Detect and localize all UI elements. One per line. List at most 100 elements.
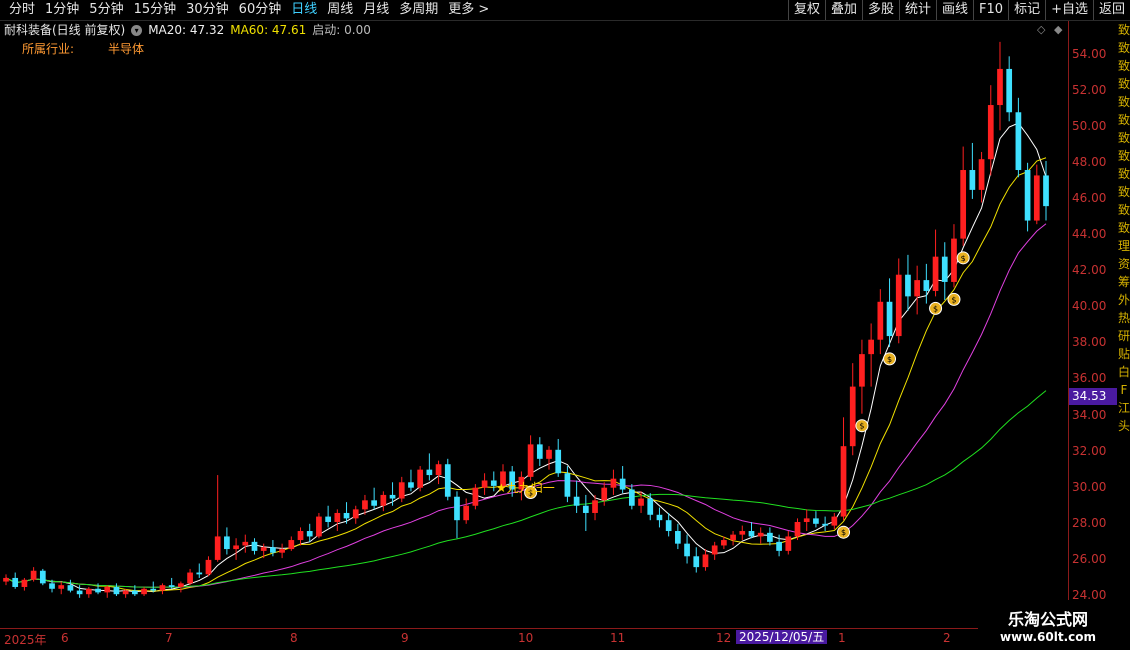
up-candle (159, 585, 166, 591)
money-bag-glyph: $ (961, 254, 966, 263)
date-tick-label: 1 (838, 631, 846, 645)
down-candle (389, 494, 396, 499)
price-tick-label: 30.00 (1072, 479, 1107, 494)
up-candle (592, 500, 598, 513)
up-candle (481, 480, 488, 488)
price-tick-label: 50.00 (1072, 118, 1107, 133)
up-candle (840, 446, 847, 517)
price-tick-label: 42.00 (1072, 263, 1107, 278)
up-candle (803, 518, 810, 522)
down-candle (76, 590, 83, 595)
back-button[interactable]: 返回 (1092, 0, 1130, 20)
up-candle (868, 339, 874, 355)
up-candle (122, 590, 129, 595)
down-candle (813, 518, 819, 524)
ma10-line (5, 157, 1047, 592)
side-panel-char: 江 (1118, 401, 1130, 415)
right-side-panel[interactable]: 致致致致致致致致致致致致理资筹外热研贴白F江头 (1118, 21, 1130, 627)
date-tick-label: 11 (610, 631, 626, 645)
date-tick-label: 12 (716, 631, 732, 645)
candlestick-chart[interactable]: $$$$$$$ (0, 0, 1068, 628)
down-candle (564, 473, 571, 497)
up-candle (895, 274, 902, 337)
date-axis: 2025年 6 7 8 9 10 11 12 1 2 (0, 628, 1068, 647)
up-candle (85, 588, 92, 595)
money-bag-glyph: $ (841, 528, 846, 537)
down-candle (49, 583, 55, 589)
up-candle (951, 238, 957, 282)
up-candle (233, 545, 239, 550)
up-candle (960, 170, 967, 239)
up-candle (711, 545, 718, 555)
side-panel-char: 致 (1118, 41, 1130, 55)
money-bag-glyph: $ (951, 295, 956, 304)
up-candle (141, 588, 147, 595)
side-panel-char: 资 (1118, 257, 1130, 271)
side-panel-char: 致 (1118, 149, 1130, 163)
up-candle (334, 512, 341, 522)
down-candle (767, 532, 773, 542)
up-candle (352, 509, 359, 519)
date-tick-label: 8 (290, 631, 298, 645)
down-candle (693, 556, 700, 568)
up-candle (205, 559, 212, 575)
up-candle (610, 478, 617, 488)
down-candle (969, 170, 976, 190)
money-bag-glyph: $ (933, 304, 938, 313)
down-candle (647, 498, 654, 515)
side-panel-char: 热 (1118, 311, 1130, 325)
down-candle (684, 543, 690, 557)
up-candle (30, 570, 37, 580)
side-panel-char: 致 (1118, 185, 1130, 199)
signal-annotation: ★九九归一 (496, 481, 555, 495)
up-candle (997, 68, 1003, 106)
up-candle (104, 586, 111, 593)
down-candle (251, 541, 258, 551)
side-panel-char: 白 (1118, 365, 1130, 379)
up-candle (316, 516, 322, 537)
down-candle (822, 523, 828, 526)
up-candle (546, 449, 552, 459)
price-tick-label: 40.00 (1072, 299, 1107, 314)
money-bag-glyph: $ (859, 422, 864, 431)
price-tick-label: 34.00 (1072, 407, 1107, 422)
price-tick-label: 32.00 (1072, 443, 1107, 458)
down-candle (1015, 112, 1022, 171)
up-candle (260, 547, 267, 551)
ma20-line (5, 223, 1047, 588)
side-panel-char: 致 (1118, 113, 1130, 127)
down-candle (168, 585, 175, 587)
up-candle (527, 444, 534, 477)
down-candle (1043, 175, 1049, 207)
up-candle (785, 536, 792, 551)
up-candle (638, 498, 644, 506)
side-panel-char: 致 (1118, 59, 1130, 73)
down-candle (224, 536, 230, 550)
up-candle (58, 585, 65, 589)
up-candle (279, 549, 285, 553)
up-candle (463, 505, 470, 521)
up-candle (601, 487, 608, 501)
down-candle (886, 301, 893, 337)
up-candle (739, 531, 746, 535)
price-tick-label: 54.00 (1072, 46, 1107, 61)
up-candle (757, 532, 764, 537)
down-candle (131, 590, 138, 595)
down-candle (95, 588, 101, 593)
down-candle (941, 256, 948, 282)
down-candle (454, 496, 460, 521)
side-panel-char: 外 (1118, 293, 1130, 307)
down-candle (1006, 68, 1013, 113)
down-candle (444, 464, 451, 497)
up-candle (730, 534, 736, 541)
down-candle (426, 469, 433, 476)
price-tick-label: 46.00 (1072, 190, 1107, 205)
down-candle (923, 280, 930, 291)
crosshair-date-badge: 2025/12/05/五 (736, 630, 828, 644)
date-tick-label: 2025年 (4, 633, 47, 647)
down-candle (536, 444, 543, 459)
down-candle (371, 500, 377, 506)
up-candle (288, 540, 295, 550)
up-candle (859, 354, 865, 387)
side-panel-char: F (1120, 383, 1128, 397)
